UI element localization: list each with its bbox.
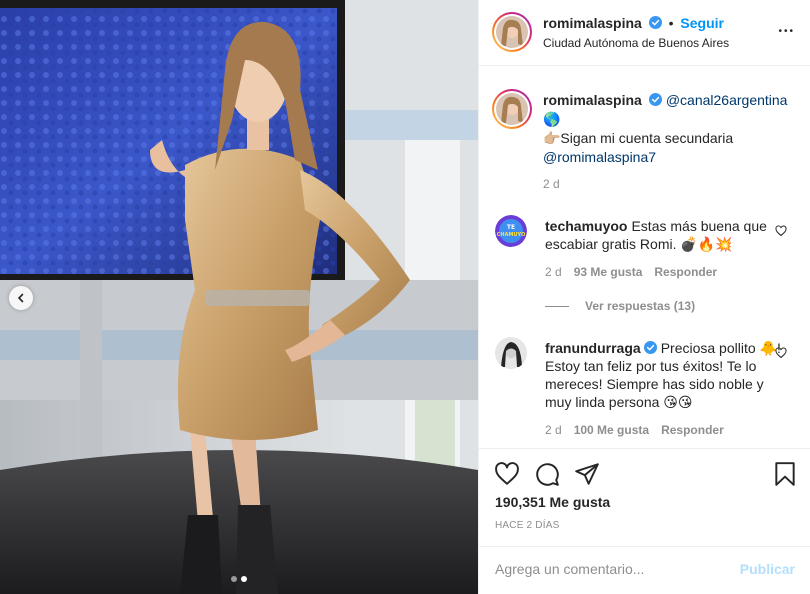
more-options-icon: ••• xyxy=(778,26,795,37)
caption-meta: 2 d xyxy=(543,177,560,191)
studio-photo xyxy=(0,0,478,594)
carousel-dot-active xyxy=(241,576,247,582)
comment-time: 2 d xyxy=(545,423,562,437)
comment-meta: 2 d 93 Me gusta Responder xyxy=(545,265,717,279)
carousel-dot xyxy=(231,576,237,582)
header-separator: • xyxy=(668,15,674,31)
caption-emoji: 🌎 xyxy=(543,111,561,127)
verified-badge-icon xyxy=(648,93,662,106)
post-timestamp: HACE 2 DÍAS xyxy=(495,520,560,531)
reply-button[interactable]: Responder xyxy=(661,423,724,437)
comment-like-icon[interactable] xyxy=(775,347,787,359)
chevron-left-icon xyxy=(17,293,24,303)
commenter-username[interactable]: techamuyoo xyxy=(545,218,627,234)
caption-username[interactable]: romimalaspina xyxy=(543,92,642,108)
more-options-button[interactable]: ••• xyxy=(778,26,795,37)
reply-button[interactable]: Responder xyxy=(654,265,717,279)
caption-line: 👉🏼Sigan mi cuenta secundaria xyxy=(543,130,734,146)
view-replies-label: Ver respuestas (13) xyxy=(585,299,696,313)
post-likes-count[interactable]: 190,351 Me gusta xyxy=(495,494,610,510)
avatar-image xyxy=(496,93,528,125)
carousel-indicator xyxy=(0,576,478,582)
heart-icon[interactable] xyxy=(494,461,520,487)
comment-icon[interactable] xyxy=(534,461,560,487)
publish-button[interactable]: Publicar xyxy=(740,561,795,577)
view-replies-button[interactable]: Ver respuestas (13) xyxy=(545,299,695,313)
post-location[interactable]: Ciudad Autónoma de Buenos Aires xyxy=(543,36,729,50)
replies-divider xyxy=(545,305,569,307)
follow-button[interactable]: Seguir xyxy=(680,15,724,31)
caption-secondary-mention[interactable]: @romimalaspina7 xyxy=(543,149,656,165)
comment-time: 2 d xyxy=(545,265,562,279)
carousel-previous-button[interactable] xyxy=(9,286,33,310)
post-actions: 190,351 Me gusta HACE 2 DÍAS xyxy=(479,448,810,548)
commenter-username[interactable]: franundurraga xyxy=(545,340,641,356)
share-icon[interactable] xyxy=(574,461,600,487)
avatar-image xyxy=(495,337,527,369)
caption-mention[interactable]: @canal26argentina xyxy=(666,92,788,108)
post-sidebar: romimalaspina • Seguir Ciudad Autónoma d… xyxy=(478,0,810,594)
comment-like-icon[interactable] xyxy=(775,225,787,237)
svg-text:TE: TE xyxy=(507,224,515,231)
caption-time: 2 d xyxy=(543,177,560,191)
comment-likes[interactable]: 100 Me gusta xyxy=(574,423,649,437)
avatar-image xyxy=(496,16,528,48)
comment-text: techamuyoo Estas más buena que escabiar g… xyxy=(545,217,791,253)
instagram-post: romimalaspina • Seguir Ciudad Autónoma d… xyxy=(0,0,810,594)
caption-avatar[interactable] xyxy=(492,89,532,129)
comment-likes[interactable]: 93 Me gusta xyxy=(574,265,643,279)
commenter-avatar[interactable] xyxy=(495,337,527,369)
comment-meta: 2 d 100 Me gusta Responder xyxy=(545,423,724,437)
comment-text: franundurraga Preciosa pollito 🐥! Estoy t… xyxy=(545,339,791,411)
comment-input[interactable]: Agrega un comentario... xyxy=(495,561,644,577)
caption-text: romimalaspina @canal26argentina 🌎 👉🏼Sigan… xyxy=(543,91,789,167)
commenter-avatar[interactable]: TE CHAMUYO xyxy=(495,215,527,247)
verified-badge-icon xyxy=(643,341,657,354)
author-username[interactable]: romimalaspina xyxy=(543,15,642,31)
bookmark-icon[interactable] xyxy=(772,461,798,487)
svg-text:CHAMUYO: CHAMUYO xyxy=(497,232,525,238)
add-comment-bar: Agrega un comentario... Publicar xyxy=(479,546,810,594)
comments-section[interactable]: romimalaspina @canal26argentina 🌎 👉🏼Sigan… xyxy=(479,67,810,448)
author-line: romimalaspina • Seguir xyxy=(543,15,724,31)
post-header: romimalaspina • Seguir Ciudad Autónoma d… xyxy=(479,0,810,66)
post-photo[interactable] xyxy=(0,0,478,594)
verified-badge-icon xyxy=(648,16,662,29)
avatar-image: TE CHAMUYO xyxy=(495,215,527,247)
author-avatar[interactable] xyxy=(492,12,532,52)
